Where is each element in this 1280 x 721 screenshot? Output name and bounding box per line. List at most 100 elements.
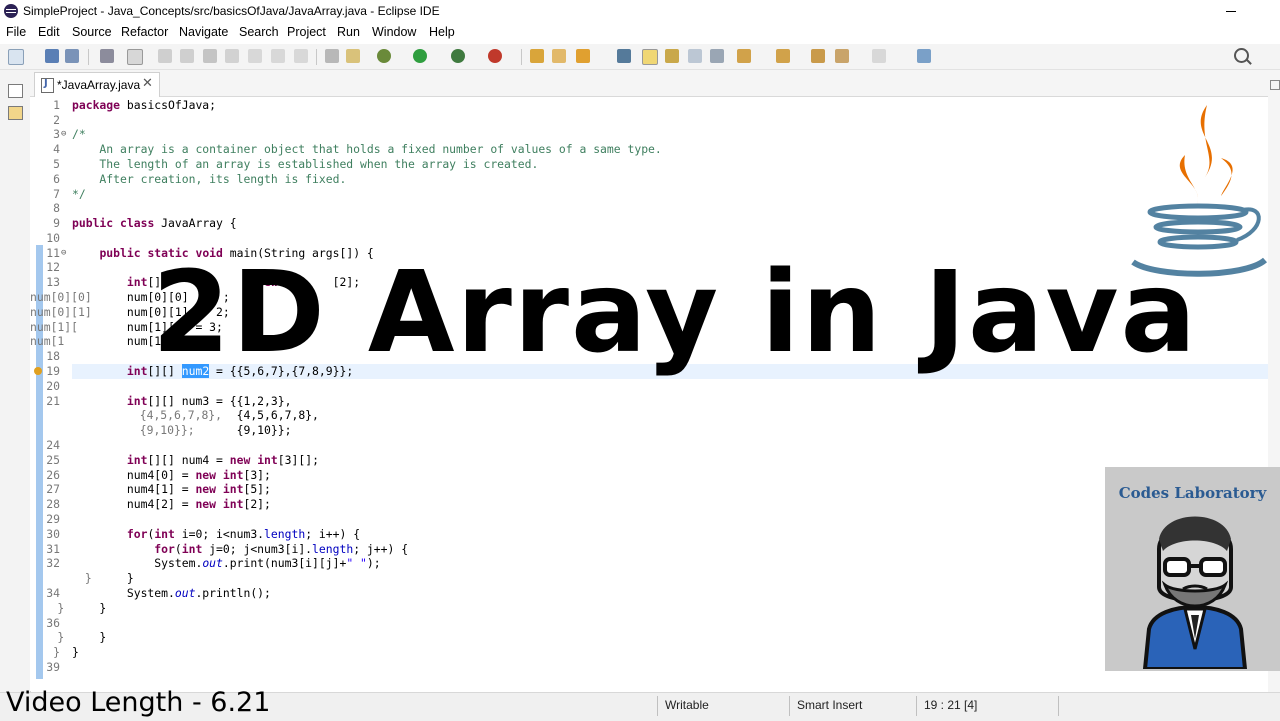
disconnect-icon[interactable] (225, 49, 239, 63)
restore-view-icon[interactable] (8, 84, 23, 98)
menu-project[interactable]: Project (287, 25, 326, 39)
menu-refactor[interactable]: Refactor (121, 25, 168, 39)
code-line: for(int j=0; j<num3[i].length; j++) { (154, 542, 409, 556)
external-tools-icon[interactable] (488, 49, 502, 63)
menu-search[interactable]: Search (239, 25, 279, 39)
badge-title: Codes Laboratory (1118, 484, 1267, 502)
line-number: 36 (46, 616, 60, 630)
fold-icon[interactable]: ⊖ (61, 127, 66, 142)
print-icon[interactable] (100, 49, 114, 63)
code-line: } (72, 645, 79, 659)
line-number: 30 (46, 527, 60, 541)
step-over-icon[interactable] (271, 49, 285, 63)
suspend-icon[interactable] (180, 49, 194, 63)
save-all-icon[interactable] (65, 49, 79, 63)
close-tab-icon[interactable]: ✕ (142, 76, 153, 91)
menu-window[interactable]: Window (372, 25, 416, 39)
menu-file[interactable]: File (6, 25, 26, 39)
code-line: System.out.print(num3[i][j]+" "); (72, 556, 381, 570)
line-number: 12 (46, 260, 60, 274)
line-number: 7 (53, 187, 60, 201)
status-insert-mode: Smart Insert (797, 698, 863, 712)
back-icon[interactable] (835, 49, 849, 63)
new-package-icon[interactable] (552, 49, 566, 63)
drop-to-frame-icon[interactable] (325, 49, 339, 63)
menu-bar: File Edit Source Refactor Navigate Searc… (0, 23, 1280, 43)
block-selection-icon[interactable] (665, 49, 679, 63)
debug-icon[interactable] (377, 49, 391, 63)
menu-navigate[interactable]: Navigate (179, 25, 228, 39)
window-title: SimpleProject - Java_Concepts/src/basics… (23, 4, 440, 18)
skip-breakpoints-icon[interactable] (127, 49, 143, 65)
line-number: 34 (46, 586, 60, 600)
new-class-icon[interactable] (576, 49, 590, 63)
code-line: num4[1] = new int[5]; (99, 482, 271, 496)
code-line: } (72, 630, 107, 644)
new-java-project-icon[interactable] (530, 49, 544, 63)
line-number: 11 (46, 246, 60, 260)
new-file-icon[interactable] (8, 49, 24, 65)
menu-edit[interactable]: Edit (38, 25, 60, 39)
status-divider (657, 696, 658, 716)
code-line: After creation, its length is fixed. (72, 172, 347, 186)
step-return-icon[interactable] (294, 49, 308, 63)
menu-help[interactable]: Help (429, 25, 455, 39)
resume-icon[interactable] (158, 49, 172, 63)
coverage-icon[interactable] (451, 49, 465, 63)
use-step-filters-icon[interactable] (346, 49, 360, 63)
line-number: 3 (53, 127, 60, 141)
line-number: num[0][0] (30, 290, 92, 304)
next-annotation-icon[interactable] (737, 49, 751, 63)
status-divider (916, 696, 917, 716)
menu-source[interactable]: Source (72, 25, 112, 39)
minimize-button[interactable] (1226, 11, 1236, 12)
code-editor[interactable]: 1 package basicsOfJava; 2 3 ⊖/* 4 An array… (30, 97, 1268, 691)
main-toolbar (0, 44, 1280, 70)
line-number: 27 (46, 482, 60, 496)
open-type-icon[interactable] (617, 49, 631, 63)
tab-java-array[interactable]: *JavaArray.java ✕ (34, 72, 160, 97)
line-number: 19 (46, 364, 60, 378)
mark-occurrences-icon[interactable] (642, 49, 658, 65)
show-whitespace-icon[interactable] (710, 49, 724, 63)
code-line: int[][] num4 = new int[3][]; (126, 453, 319, 467)
last-edit-location-icon[interactable] (811, 49, 825, 63)
line-number: {9,10}}; (30, 423, 195, 437)
package-explorer-icon[interactable] (8, 106, 23, 120)
status-writable: Writable (665, 698, 709, 712)
run-icon[interactable] (413, 49, 427, 63)
toolbar-separator (521, 49, 522, 65)
forward-icon[interactable] (872, 49, 886, 63)
avatar (1142, 516, 1248, 669)
code-line: } (72, 601, 107, 615)
code-line: {9,10}}; (126, 423, 292, 437)
save-icon[interactable] (45, 49, 59, 63)
menu-run[interactable]: Run (337, 25, 360, 39)
fold-icon[interactable]: ⊖ (61, 246, 66, 261)
step-into-icon[interactable] (248, 49, 262, 63)
line-number: 28 (46, 497, 60, 511)
toolbar-separator (88, 49, 89, 65)
editor-tab-bar: *JavaArray.java ✕ (30, 70, 1268, 97)
maximize-view-icon[interactable] (1270, 80, 1280, 90)
word-wrap-icon[interactable] (688, 49, 702, 63)
terminate-icon[interactable] (203, 49, 217, 63)
line-number: 29 (46, 512, 60, 526)
line-number: 18 (46, 349, 60, 363)
line-number: 13 (46, 275, 60, 289)
java-file-icon (41, 78, 54, 93)
status-cursor-position: 19 : 21 [4] (924, 698, 978, 712)
line-number: } (30, 601, 65, 615)
tab-label: *JavaArray.java (57, 78, 141, 92)
code-line: package basicsOfJava; (72, 98, 217, 112)
line-number: 9 (53, 216, 60, 230)
previous-annotation-icon[interactable] (776, 49, 790, 63)
line-number: } (53, 645, 60, 659)
pin-editor-icon[interactable] (917, 49, 931, 63)
code-line: */ (72, 187, 86, 201)
line-number: 2 (53, 113, 60, 127)
line-number: 20 (46, 379, 60, 393)
toolbar-separator (316, 49, 317, 65)
search-icon[interactable] (1234, 48, 1249, 63)
code-line: The length of an array is established wh… (72, 157, 539, 171)
